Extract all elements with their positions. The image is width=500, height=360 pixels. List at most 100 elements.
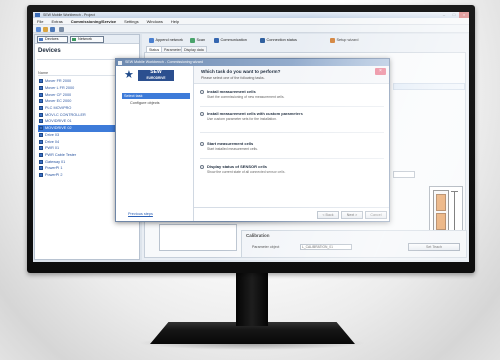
task-option[interactable]: Start measurement cells Start installed … xyxy=(194,141,389,157)
tree-item-label: PowerPI 1 xyxy=(45,166,63,171)
option-description: Start the commissioning of new measureme… xyxy=(207,95,285,99)
menu-settings[interactable]: Settings xyxy=(124,18,138,24)
communication-button[interactable]: Communication xyxy=(214,36,247,44)
monitor-screen: SEW Mobile Workbench - Project – □ × Fil… xyxy=(33,12,469,262)
previous-steps-link[interactable]: Previous steps xyxy=(128,212,153,216)
parameter-object-field[interactable]: L_CALIBRATION_01 xyxy=(300,244,352,250)
tab-devices[interactable]: Devices xyxy=(37,36,68,43)
info-box xyxy=(159,224,237,251)
new-project-icon[interactable] xyxy=(36,26,41,32)
measurement-cell xyxy=(436,213,446,230)
monitor-bezel: SEW Mobile Workbench - Project – □ × Fil… xyxy=(27,5,475,273)
tree-item-label: PowerPI 2 xyxy=(45,172,63,177)
add-network-icon xyxy=(149,37,154,43)
window-title: SEW Mobile Workbench - Project xyxy=(43,13,95,17)
menu-extras[interactable]: Extras xyxy=(51,18,62,24)
dialog-app-icon xyxy=(118,60,122,65)
option-description: Use custom parameter sets for the instal… xyxy=(207,117,277,121)
dialog-close-button[interactable]: × xyxy=(375,68,386,75)
device-icon xyxy=(39,126,43,131)
menu-windows[interactable]: Windows xyxy=(147,18,163,24)
divider xyxy=(194,207,389,208)
value-field[interactable] xyxy=(393,171,415,178)
save-icon[interactable] xyxy=(50,26,55,32)
connection-icon xyxy=(260,37,265,43)
append-network-button[interactable]: Append network xyxy=(149,36,183,44)
app-icon xyxy=(35,13,40,17)
wizard-content: Which task do you want to perform? Pleas… xyxy=(194,66,389,221)
pane-tabs: Devices Network xyxy=(35,35,139,44)
calibration-group: Calibration Parameter object L_CALIBRATI… xyxy=(241,230,467,258)
device-diagram xyxy=(429,186,463,236)
company-logo: SEW EURODRIVE xyxy=(138,69,174,81)
setup-wizard-button[interactable]: Setup wizard xyxy=(330,36,358,44)
connection-status-button[interactable]: Connection status xyxy=(260,36,297,44)
menu-bar: File Extras Commissioning/Service Settin… xyxy=(33,18,469,25)
tab-devices-label: Devices xyxy=(45,37,59,41)
calibration-label: Calibration xyxy=(246,233,270,238)
append-network-label: Append network xyxy=(155,38,183,42)
menu-commissioning[interactable]: Commissioning/Service xyxy=(71,18,116,24)
tree-item-label: PLC MOVIPRO xyxy=(45,106,72,111)
tree-item-label: Mover CF 2000 xyxy=(45,92,72,97)
divider xyxy=(200,132,384,133)
device-icon xyxy=(39,92,43,97)
task-option[interactable]: Install measurement cells with custom pa… xyxy=(194,111,389,127)
tree-item-label: Mover L FR 2000 xyxy=(45,86,75,91)
dialog-body: ★ SEW EURODRIVE Select task Configure ob… xyxy=(116,66,389,221)
parameter-object-label: Parameter object xyxy=(252,245,280,249)
scan-label: Scan xyxy=(196,38,206,42)
task-option[interactable]: Install measurement cells Start the comm… xyxy=(194,89,389,105)
radio-button[interactable] xyxy=(200,165,204,169)
devices-icon xyxy=(39,38,43,41)
wizard-question: Which task do you want to perform? xyxy=(201,69,281,74)
wizard-header: Which task do you want to perform? Pleas… xyxy=(194,66,389,84)
radio-button[interactable] xyxy=(200,112,204,116)
device-icon xyxy=(39,106,43,111)
nav-item-configure-objects[interactable]: Configure objects xyxy=(128,100,190,106)
setup-wizard-label: Setup wizard xyxy=(336,38,359,42)
tree-item-label: Drive 03 xyxy=(45,132,60,137)
tree-item-label: Mover FR 2000 xyxy=(45,79,72,84)
wizard-subtitle: Please select one of the following tasks… xyxy=(201,76,265,80)
wizard-nav: ★ SEW EURODRIVE Select task Configure ob… xyxy=(116,66,194,221)
next-button[interactable]: Next > xyxy=(341,211,363,219)
open-folder-icon[interactable] xyxy=(43,26,48,32)
tab-network[interactable]: Network xyxy=(70,36,104,43)
tree-item-label: MOVIDRIVE 01 xyxy=(45,119,72,124)
dialog-titlebar: SEW Mobile Workbench - Commissioning wiz… xyxy=(116,59,389,66)
device-icon xyxy=(39,166,43,171)
task-option[interactable]: Display status of SENSOR cells Show the … xyxy=(194,164,389,180)
menu-file[interactable]: File xyxy=(37,18,43,24)
device-icon xyxy=(39,79,43,84)
divider xyxy=(200,106,384,107)
status-header-row xyxy=(393,83,465,90)
tree-item-label: Mover EC 2000 xyxy=(45,99,72,104)
tree-item-label: MOVIDRIVE 02 xyxy=(45,126,72,131)
monitor-stand-neck xyxy=(236,272,268,326)
pane-title: Devices xyxy=(38,48,61,54)
device-icon xyxy=(39,132,43,137)
dialog-title: SEW Mobile Workbench - Commissioning wiz… xyxy=(125,60,204,64)
dimension-line xyxy=(454,191,455,233)
radio-button[interactable] xyxy=(200,142,204,146)
tree-item-label: Drive 04 xyxy=(45,139,60,144)
main-toolbar xyxy=(33,25,469,33)
device-icon xyxy=(39,119,43,124)
star-icon: ★ xyxy=(124,69,134,81)
menu-help[interactable]: Help xyxy=(171,18,179,24)
back-button[interactable]: < Back xyxy=(317,211,339,219)
cancel-button[interactable]: Cancel xyxy=(365,211,387,219)
option-description: Start installed measurement cells. xyxy=(207,147,258,151)
radio-button[interactable] xyxy=(200,90,204,94)
measurement-cell xyxy=(436,194,446,211)
communication-label: Communication xyxy=(220,38,247,42)
scan-button[interactable]: Scan xyxy=(190,36,205,44)
set-teach-button[interactable]: Set Teach xyxy=(408,243,460,251)
device-icon xyxy=(39,152,43,157)
print-icon[interactable] xyxy=(59,26,64,32)
nav-item-select-task[interactable]: Select task xyxy=(122,93,190,99)
tree-item-label: Gateway 01 xyxy=(45,159,66,164)
tree-item-label: PWR 01 xyxy=(45,146,60,151)
communication-icon xyxy=(214,37,219,43)
